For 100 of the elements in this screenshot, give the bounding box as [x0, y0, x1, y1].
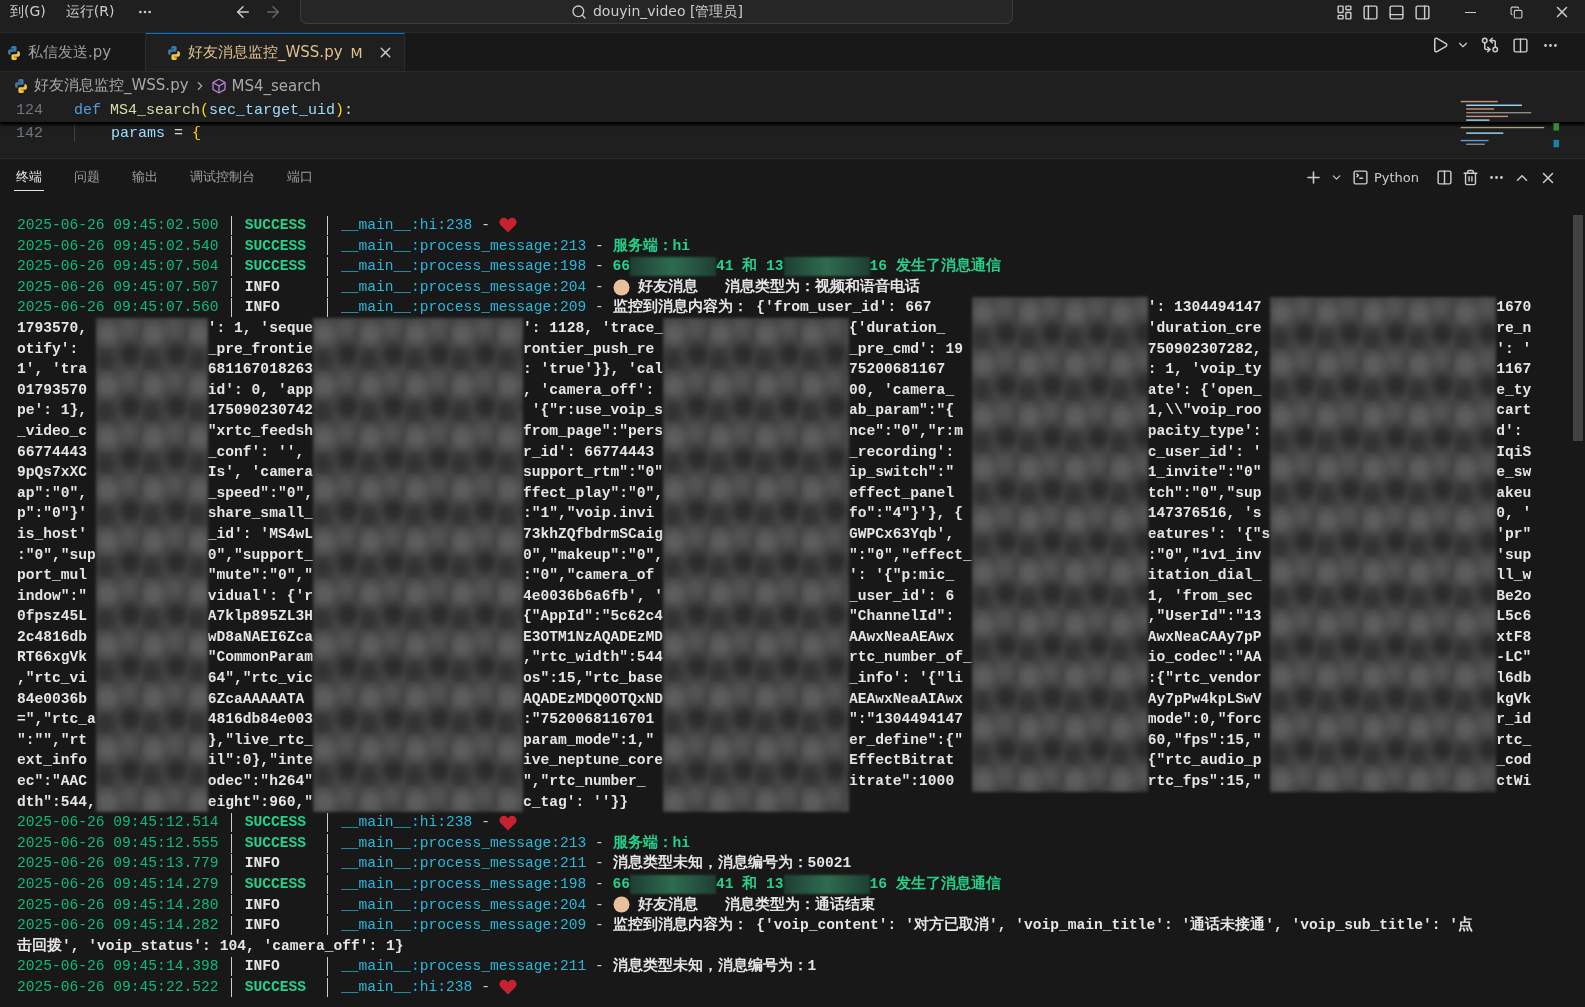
log-text-fragment: ive_neptune_core: [522, 751, 664, 771]
terminal-profile-button[interactable]: Python: [1345, 165, 1425, 190]
command-center[interactable]: douyin_video [管理员]: [300, 0, 1014, 24]
log-separator: -: [481, 813, 490, 833]
log-message: 41 和 13: [716, 256, 784, 277]
log-message: 16 发生了消息通信: [869, 874, 1001, 894]
log-timestamp: 2025-06-26 09:45:07.507: [17, 277, 219, 297]
log-text-fragment: :"1","voip.invi: [522, 504, 656, 524]
heart-icon: [498, 217, 517, 234]
breadcrumb-item[interactable]: MS4_search: [210, 76, 321, 95]
panel-tab[interactable]: 调试控制台: [188, 164, 257, 191]
log-text-fragment: wD8aNAEI6Zca: [207, 627, 313, 647]
log-text-fragment: effect_panel: [849, 483, 956, 503]
log-text-fragment: 60,"fps":15,": [1147, 730, 1263, 750]
log-message: 好友消息 消息类型为：视频和语音电话: [637, 277, 920, 297]
log-text-fragment: c_tag': ''}}: [522, 792, 629, 812]
log-level: SUCCESS: [244, 813, 307, 833]
log-text-fragment: 'sup: [1496, 545, 1532, 565]
log-text-fragment: _conf': '',: [207, 442, 306, 462]
log-text-fragment: ,"rtc_vi: [17, 669, 89, 689]
log-text-fragment: :"0","sup: [17, 545, 96, 565]
log-text-fragment: pe': 1},: [17, 401, 89, 421]
log-text-fragment: {"rtc_audio_p: [1147, 751, 1263, 771]
log-text-fragment: Be2o: [1496, 586, 1532, 606]
log-text-fragment: ': 1304494147: [1147, 298, 1263, 318]
log-text-fragment: Ay7pPw4kpLSwV: [1147, 689, 1263, 709]
log-timestamp: 2025-06-26 09:45:07.504: [17, 257, 219, 277]
log-text-fragment: rtc_: [1496, 730, 1532, 750]
log-text-fragment: {'duration_: [849, 318, 947, 338]
log-text-fragment: param_mode":1,": [522, 730, 656, 750]
log-text-fragment: il":0},"inte: [207, 751, 313, 771]
log-level: INFO: [244, 916, 281, 936]
log-separator: -: [595, 257, 604, 277]
log-separator: -: [595, 875, 604, 894]
log-text-fragment: rontier_push_re: [522, 339, 656, 359]
editor-tab[interactable]: 好友消息监控_WSS.py M: [146, 33, 405, 71]
log-text-fragment: },"live_rtc_: [207, 730, 313, 750]
log-text-fragment: AQADEzMDQ0OTQxND: [522, 689, 664, 709]
log-text-fragment: ec":"AAC: [17, 772, 89, 792]
panel-tab[interactable]: 输出: [130, 164, 160, 191]
log-timestamp: 2025-06-26 09:45:07.560: [17, 298, 219, 318]
log-text-fragment: 147376516, 's: [1147, 504, 1263, 524]
log-separator: -: [595, 957, 604, 977]
log-level: INFO: [244, 895, 281, 915]
terminal-icon: [1351, 169, 1369, 186]
log-text-fragment: _pre_cmd': 19: [849, 339, 964, 359]
log-text-fragment: 1,\\"voip_roo: [1147, 401, 1263, 421]
log-text-fragment: ': 1, 'seque: [207, 318, 313, 338]
log-text-fragment: 9pQs7xXC: [17, 463, 89, 483]
log-separator: -: [481, 216, 490, 235]
log-text-fragment: id': 0, 'app: [207, 380, 313, 400]
log-text-fragment: share_small_: [207, 504, 313, 524]
log-text-fragment: port_mul: [17, 566, 89, 586]
log-text-fragment: xtF8: [1496, 627, 1532, 647]
log-text-fragment: 0, ': [1496, 504, 1532, 524]
code-line: def MS4_search(sec_target_uid):: [74, 102, 354, 119]
log-separator: -: [595, 916, 604, 936]
log-message: 消息类型未知，消息编号为：1: [612, 956, 817, 977]
emoji-icon: [612, 896, 630, 914]
log-text-fragment: support_rtm":"0": [522, 463, 664, 483]
log-text-fragment: "ChannelId":: [849, 607, 956, 627]
log-level: INFO: [244, 957, 281, 977]
log-text-fragment: _info': '{"li: [849, 669, 964, 689]
log-level: INFO: [244, 854, 281, 874]
log-text-fragment: ll_w: [1496, 566, 1532, 586]
log-text-fragment: AEAwxNeaAIAwx: [849, 689, 964, 709]
log-text-fragment: rtc_fps":15,": [1147, 772, 1263, 792]
log-level: SUCCESS: [244, 236, 307, 256]
log-text-fragment: _id': 'MS4wL: [207, 524, 313, 544]
log-text-fragment: otify':: [17, 339, 80, 359]
log-text-fragment: cart: [1496, 401, 1532, 421]
log-text-fragment: _pre_frontie: [207, 339, 313, 359]
panel-tab[interactable]: 终端: [14, 164, 44, 191]
log-text-fragment: "xrtc_feedsh: [207, 421, 313, 441]
log-text-fragment: EffectBitrat: [849, 751, 956, 771]
panel-tab[interactable]: 端口: [285, 164, 315, 191]
log-text-fragment: :"0","camera_of: [522, 566, 656, 586]
log-text-fragment: e_ty: [1496, 380, 1532, 400]
log-text-fragment: : 1, 'voip_ty: [1147, 360, 1263, 380]
log-timestamp: 2025-06-26 09:45:13.779: [17, 854, 219, 874]
log-text-fragment: E3OTM1NzAQADEzMD: [522, 627, 664, 647]
menu-item[interactable]: 到(G): [0, 0, 56, 24]
log-text-fragment: 1793570,: [17, 318, 89, 338]
scrollbar-thumb[interactable]: [1573, 215, 1583, 441]
log-source: __main__:hi:238: [341, 813, 473, 833]
log-text-fragment: ': '{"p:mic_: [849, 566, 956, 586]
log-text-fragment: {"AppId":"5c62c4: [522, 607, 664, 627]
log-text-fragment: _cod: [1496, 751, 1532, 771]
log-text-fragment: AwxNeaCAAy7pP: [1147, 627, 1263, 647]
log-text-fragment: AAwxNeaAEAwx: [849, 627, 956, 647]
log-text-fragment: ":"1304494147: [849, 710, 964, 730]
log-text-fragment: =","rtc_a: [17, 710, 96, 730]
log-text-fragment: 6ZcaAAAAATA: [207, 689, 306, 709]
log-separator: -: [595, 277, 604, 297]
breadcrumb-item[interactable]: 好友消息监控_WSS.py: [13, 76, 189, 95]
menu-item[interactable]: 运行(R): [55, 0, 125, 24]
log-text-fragment: io_codec":"AA: [1147, 648, 1263, 668]
log-level: SUCCESS: [244, 833, 307, 853]
panel-tab[interactable]: 问题: [72, 164, 102, 191]
log-text-fragment: : 'true'}}, 'cal: [522, 360, 664, 380]
